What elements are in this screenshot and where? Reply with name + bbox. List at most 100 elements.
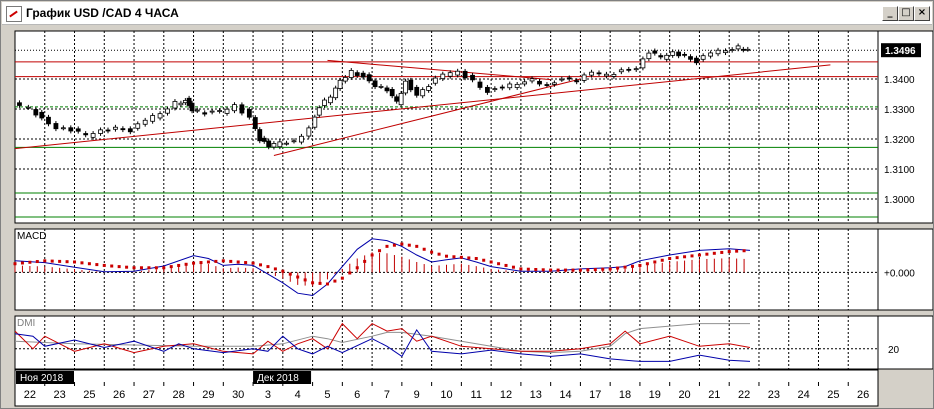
- candle-body: [354, 72, 360, 76]
- minimize-button[interactable]: _: [882, 6, 898, 21]
- candle-body: [640, 58, 646, 69]
- candle-body: [589, 71, 594, 76]
- macd-tick-label: +0.000: [884, 268, 915, 279]
- candle-body: [257, 129, 263, 142]
- candle-body: [39, 111, 45, 119]
- macd-signal-dot: [177, 263, 181, 267]
- macd-signal-dot: [35, 260, 39, 264]
- x-tick-label: 26: [113, 389, 125, 401]
- macd-signal-dot: [668, 257, 672, 261]
- macd-signal-dot: [690, 254, 694, 258]
- macd-signal-dot: [192, 261, 196, 265]
- candle-body: [646, 52, 652, 60]
- macd-signal-dot: [147, 266, 151, 270]
- macd-signal-dot: [504, 263, 508, 267]
- candle-body: [688, 56, 693, 60]
- candle-body: [172, 101, 178, 109]
- candle-body: [239, 104, 245, 114]
- macd-signal-dot: [400, 242, 404, 246]
- candle-body: [394, 96, 400, 102]
- candle-body: [105, 129, 111, 132]
- macd-signal-dot: [102, 263, 106, 267]
- x-tick-label: 18: [619, 389, 631, 401]
- candle-body: [403, 80, 408, 94]
- macd-signal-dot: [727, 250, 731, 254]
- x-tick-label: 14: [559, 389, 571, 401]
- month-label: Дек 2018: [257, 373, 299, 384]
- x-tick-label: 9: [414, 389, 420, 401]
- macd-signal-dot: [378, 249, 382, 253]
- candle-body: [700, 55, 706, 60]
- candle-body: [715, 49, 721, 55]
- macd-signal-dot: [132, 266, 136, 270]
- maximize-button[interactable]: □: [898, 6, 914, 21]
- x-tick-label: 4: [295, 389, 301, 401]
- candle-body: [60, 127, 66, 130]
- candle-body: [440, 73, 446, 80]
- macd-signal-dot: [363, 259, 367, 263]
- candle-body: [53, 123, 59, 130]
- candle-body: [559, 78, 565, 81]
- price-tick-label: 1.3300: [884, 105, 915, 116]
- candle-body: [178, 102, 184, 106]
- candle-body: [25, 106, 31, 109]
- candle-body: [566, 77, 572, 80]
- x-tick-label: 27: [143, 389, 155, 401]
- macd-signal-dot: [370, 253, 374, 257]
- price-tick-label: 1.3100: [884, 165, 915, 176]
- candle-body: [372, 80, 378, 88]
- candle-body: [261, 137, 267, 142]
- macd-signal-dot: [13, 262, 17, 266]
- close-button[interactable]: ×: [914, 6, 930, 21]
- macd-signal-dot: [80, 261, 84, 265]
- macd-signal-dot: [125, 265, 129, 269]
- candle-body: [485, 86, 490, 93]
- macd-signal-dot: [742, 249, 746, 253]
- candle-body: [328, 96, 333, 104]
- candle-body: [312, 116, 318, 128]
- candle-body: [426, 86, 432, 91]
- macd-signal-dot: [645, 262, 649, 266]
- candle-body: [209, 110, 215, 113]
- macd-signal-dot: [281, 269, 285, 273]
- title-bar: График USD /CAD 4 ЧАСА _ □ ×: [2, 2, 932, 25]
- candle-body: [492, 88, 498, 91]
- candle-body: [408, 79, 414, 91]
- candle-body: [537, 80, 542, 85]
- candle-body: [366, 74, 372, 82]
- macd-signal-dot: [541, 268, 545, 272]
- macd-signal-dot: [683, 255, 687, 259]
- macd-signal-dot: [340, 276, 344, 280]
- candle-body: [670, 51, 676, 56]
- x-tick-label: 17: [589, 389, 601, 401]
- candle-body: [529, 78, 535, 82]
- chart-window: График USD /CAD 4 ЧАСА _ □ × 1.3400 1.330…: [0, 0, 934, 409]
- macd-signal-dot: [296, 275, 300, 279]
- macd-signal-dot: [333, 279, 337, 283]
- month-label: Ноя 2018: [20, 373, 64, 384]
- candle-body: [217, 110, 222, 112]
- price-chart[interactable]: 1.3400 1.3300 1.3200 1.3100 1.3000 1.3496 MACD…: [1, 23, 933, 407]
- x-tick-label: 22: [738, 389, 750, 401]
- macd-signal-dot: [437, 252, 441, 256]
- macd-signal-dot: [638, 263, 642, 267]
- candle-body: [33, 109, 39, 116]
- candle-body: [342, 77, 348, 82]
- candle-body: [322, 99, 327, 106]
- macd-signal-dot: [20, 261, 24, 265]
- macd-signal-dot: [571, 268, 575, 272]
- candle-body: [420, 89, 426, 97]
- x-tick-label: 11: [471, 389, 482, 401]
- candle-body: [470, 74, 475, 81]
- candle-body: [735, 45, 741, 50]
- macd-signal-dot: [630, 264, 634, 268]
- macd-signal-dot: [697, 253, 701, 257]
- macd-signal-dot: [712, 251, 716, 255]
- candle-body: [611, 74, 617, 77]
- macd-signal-dot: [199, 261, 203, 265]
- candle-body: [113, 126, 118, 130]
- candle-body: [120, 128, 126, 131]
- macd-signal-dot: [288, 272, 292, 276]
- macd-signal-dot: [348, 271, 352, 275]
- candle-body: [98, 129, 103, 134]
